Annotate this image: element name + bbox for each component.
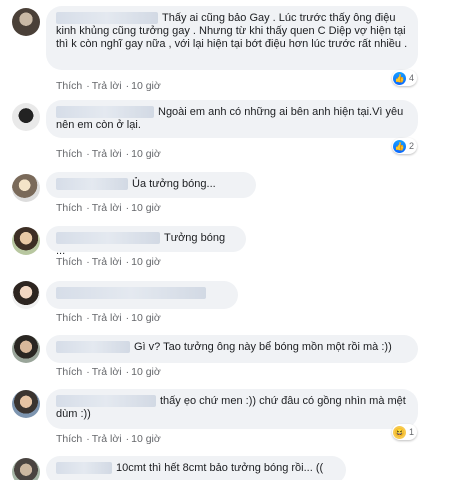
comment-text: Gì v? Tao tưởng ông này bể bóng mồn một … <box>134 341 392 353</box>
comment-actions: Thích · Trả lời · 10 giờ <box>56 148 163 160</box>
separator: · <box>125 433 130 445</box>
like-button[interactable]: Thích <box>56 433 82 445</box>
commenter-name-redacted[interactable] <box>56 462 112 475</box>
separator: · <box>125 312 130 324</box>
avatar[interactable] <box>12 281 40 309</box>
separator: · <box>86 80 90 92</box>
like-button[interactable]: Thích <box>56 312 82 324</box>
timestamp[interactable]: 10 giờ <box>131 312 161 324</box>
comment-bubble: Thấy ai cũng bảo Gay . Lúc trước thấy ôn… <box>46 6 418 70</box>
timestamp[interactable]: 10 giờ <box>131 433 161 445</box>
comment-bubble: Ngoài em anh có những ai bên anh hiện tạ… <box>46 100 418 138</box>
commenter-name-redacted[interactable] <box>56 232 160 245</box>
reaction-count: 4 <box>409 73 415 83</box>
separator: · <box>125 366 130 378</box>
like-icon: 👍 <box>393 139 406 153</box>
comment-bubble: 10cmt thì hết 8cmt bảo tưởng bóng rồi...… <box>46 456 346 480</box>
timestamp[interactable]: 10 giờ <box>131 148 161 160</box>
reaction-summary[interactable]: 👍 4 <box>392 70 418 86</box>
comment-actions: Thích · Trả lời · 10 giờ <box>56 366 163 378</box>
reply-button[interactable]: Trả lời <box>92 256 122 268</box>
avatar[interactable] <box>12 174 40 202</box>
like-button[interactable]: Thích <box>56 202 82 214</box>
avatar[interactable] <box>12 390 40 418</box>
comment-actions: Thích · Trả lời · 10 giờ <box>56 256 163 268</box>
timestamp[interactable]: 10 giờ <box>131 366 161 378</box>
haha-icon: 😆 <box>393 425 406 439</box>
timestamp[interactable]: 10 giờ <box>131 256 161 268</box>
reply-button[interactable]: Trả lời <box>92 148 122 160</box>
reaction-count: 2 <box>409 141 415 151</box>
commenter-name-redacted[interactable] <box>56 287 206 300</box>
commenter-name-redacted[interactable] <box>56 12 158 25</box>
separator: · <box>125 80 130 92</box>
comment-bubble <box>46 281 238 309</box>
like-button[interactable]: Thích <box>56 256 82 268</box>
avatar[interactable] <box>12 227 40 255</box>
separator: · <box>125 148 130 160</box>
reaction-summary[interactable]: 👍 2 <box>392 138 418 154</box>
reply-button[interactable]: Trả lời <box>92 312 122 324</box>
timestamp[interactable]: 10 giờ <box>131 80 161 92</box>
like-button[interactable]: Thích <box>56 148 82 160</box>
comment-actions: Thích · Trả lời · 10 giờ <box>56 80 163 92</box>
comment-bubble: Gì v? Tao tưởng ông này bể bóng mồn một … <box>46 335 418 363</box>
reply-button[interactable]: Trả lời <box>92 433 122 445</box>
separator: · <box>86 256 90 268</box>
reaction-count: 1 <box>409 427 415 437</box>
separator: · <box>86 202 90 214</box>
separator: · <box>125 202 130 214</box>
comment-text: 10cmt thì hết 8cmt bảo tưởng bóng rồi...… <box>116 462 324 474</box>
timestamp[interactable]: 10 giờ <box>131 202 161 214</box>
comment-bubble: Tưởng bóng ... <box>46 226 246 257</box>
like-button[interactable]: Thích <box>56 366 82 378</box>
commenter-name-redacted[interactable] <box>56 395 156 408</box>
comment-actions: Thích · Trả lời · 10 giờ <box>56 433 163 445</box>
reaction-summary[interactable]: 😆 1 <box>392 424 418 440</box>
comment-actions: Thích · Trả lời · 10 giờ <box>56 202 163 214</box>
separator: · <box>86 312 90 324</box>
avatar[interactable] <box>12 8 40 36</box>
comment-bubble: Ủa tưởng bóng... <box>46 172 256 198</box>
avatar[interactable] <box>12 335 40 363</box>
comment-text: Ủa tưởng bóng... <box>132 178 216 190</box>
separator: · <box>86 148 90 160</box>
comment-actions: Thích · Trả lời · 10 giờ <box>56 312 163 324</box>
separator: · <box>125 256 130 268</box>
like-button[interactable]: Thích <box>56 80 82 92</box>
separator: · <box>86 433 90 445</box>
avatar[interactable] <box>12 103 40 131</box>
avatar[interactable] <box>12 458 40 480</box>
reply-button[interactable]: Trả lời <box>92 80 122 92</box>
reply-button[interactable]: Trả lời <box>92 366 122 378</box>
reply-button[interactable]: Trả lời <box>92 202 122 214</box>
comment-bubble: thấy ẹo chứ men :)) chứ đâu có gồng nhìn… <box>46 389 418 429</box>
separator: · <box>86 366 90 378</box>
commenter-name-redacted[interactable] <box>56 178 128 191</box>
commenter-name-redacted[interactable] <box>56 341 130 354</box>
like-icon: 👍 <box>393 71 406 85</box>
commenter-name-redacted[interactable] <box>56 106 154 119</box>
